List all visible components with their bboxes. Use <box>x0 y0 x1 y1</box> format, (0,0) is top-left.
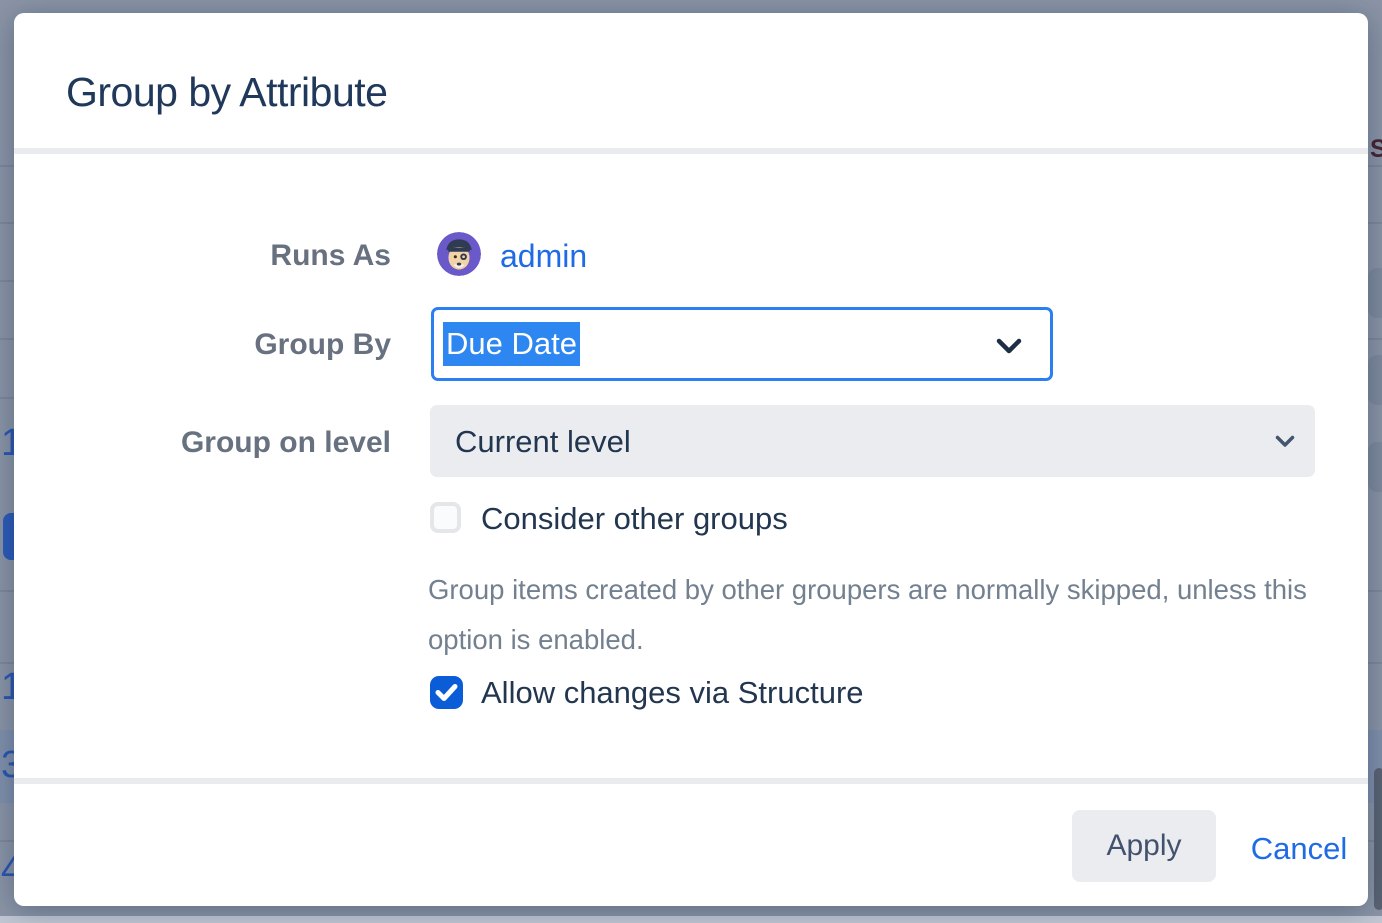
group-by-label: Group By <box>14 330 391 360</box>
allow-changes-checkbox[interactable] <box>430 676 463 709</box>
footer-divider <box>14 778 1368 784</box>
consider-help-text: Group items created by other groupers ar… <box>428 565 1348 665</box>
group-on-level-selected-value: Current level <box>455 426 631 457</box>
user-avatar-icon[interactable] <box>437 232 481 276</box>
screen: 1 1 3 4 S Group by Attribute Runs As <box>0 0 1382 923</box>
bg-scrollbar[interactable] <box>1374 768 1382 910</box>
help-line-2: option is enabled. <box>428 615 1348 665</box>
runs-as-user-link[interactable]: admin <box>500 240 587 272</box>
apply-button[interactable]: Apply <box>1072 810 1216 882</box>
bg-right-panel-chip <box>1368 268 1382 318</box>
avatar-graphic <box>437 232 481 276</box>
group-by-selected-value: Due Date <box>443 322 580 366</box>
bg-partial-text: S <box>1370 136 1382 162</box>
consider-other-groups-label[interactable]: Consider other groups <box>481 503 788 534</box>
runs-as-label: Runs As <box>14 241 391 271</box>
chevron-down-icon <box>1275 435 1295 448</box>
allow-changes-label[interactable]: Allow changes via Structure <box>481 677 864 708</box>
cancel-link[interactable]: Cancel <box>1239 833 1359 864</box>
checkmark-icon <box>435 683 458 702</box>
header-divider <box>14 148 1368 154</box>
group-by-select[interactable]: Due Date <box>431 307 1053 381</box>
chevron-down-icon <box>996 338 1022 355</box>
group-by-attribute-dialog: Group by Attribute Runs As admin Group B… <box>14 13 1368 906</box>
bg-right-panel-chip <box>1368 442 1382 492</box>
apply-button-label: Apply <box>1106 829 1181 863</box>
group-on-level-select[interactable]: Current level <box>430 405 1315 477</box>
group-on-level-label: Group on level <box>14 428 391 458</box>
consider-other-groups-checkbox[interactable] <box>430 502 461 533</box>
bg-right-panel-chip <box>1368 355 1382 405</box>
dialog-title: Group by Attribute <box>66 69 387 116</box>
help-line-1: Group items created by other groupers ar… <box>428 565 1348 615</box>
bg-bottom-strip <box>0 916 1382 923</box>
